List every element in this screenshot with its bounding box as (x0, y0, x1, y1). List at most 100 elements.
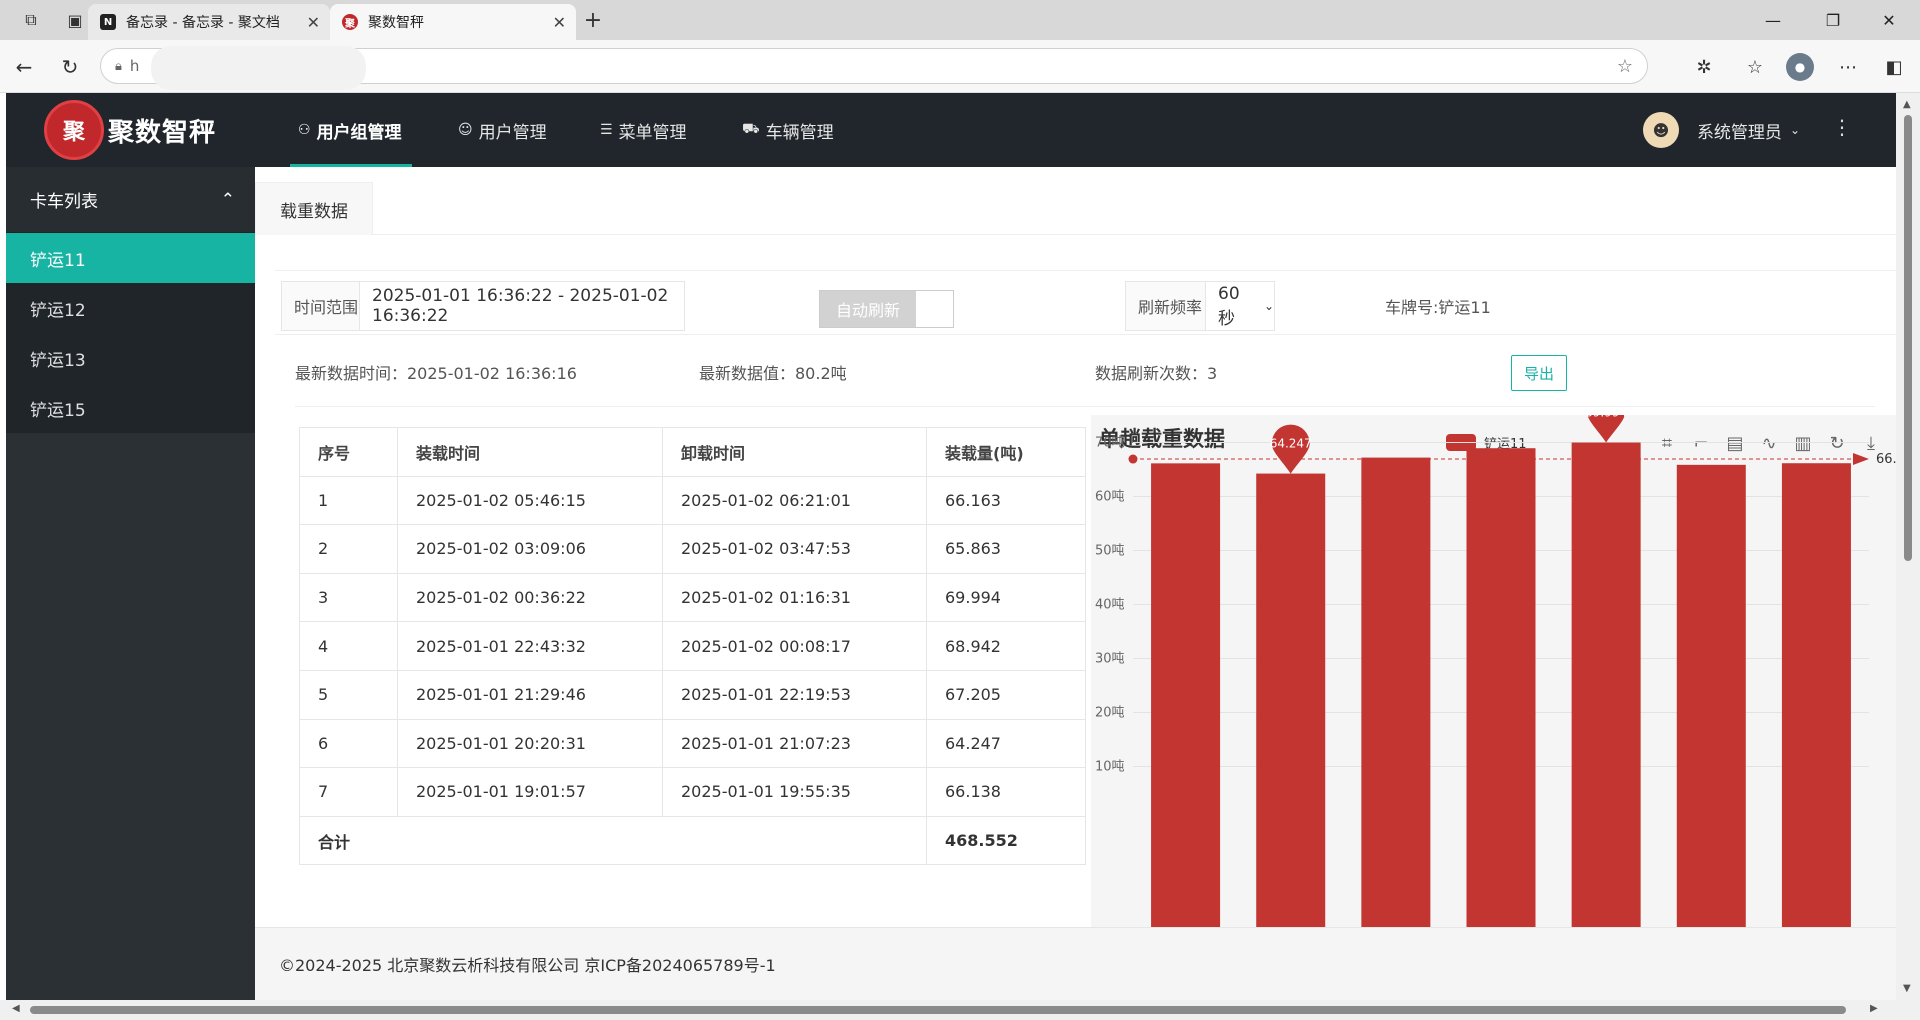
url-text: h (129, 57, 140, 75)
total-value: 468.552 (926, 815, 1086, 866)
menu-icon: ☰ (600, 122, 613, 138)
nav-user-group[interactable]: ⚇ 用户组管理 (290, 93, 412, 167)
column-header: 装载时间 (397, 427, 663, 477)
y-tick-label: 40吨 (1095, 598, 1125, 613)
more-options-icon[interactable]: ⋯ (1834, 53, 1862, 81)
table-header-row: 序号 装载时间 卸载时间 装载量(吨) (299, 427, 1086, 477)
auto-refresh-toggle[interactable]: 自动刷新 (819, 290, 954, 328)
close-window-icon[interactable]: ✕ (1866, 6, 1912, 34)
profile-avatar-icon[interactable]: ● (1786, 53, 1814, 81)
table-row: 4 2025-01-01 22:43:32 2025-01-02 00:08:17 6… (299, 621, 1086, 671)
main-content: 载重数据 时间范围 2025-01-01 16:36:22 - 2025-01-… (255, 167, 1896, 1000)
vehicle-icon: ⛟ (742, 121, 760, 137)
table-row: 1 2025-01-02 05:46:15 2025-01-02 06:21:01 6… (299, 475, 1086, 526)
nav-vehicle[interactable]: ⛟ 车辆管理 (742, 93, 834, 167)
table-cell: 2025-01-01 22:19:53 (662, 669, 927, 720)
browser-tab-memo[interactable]: N 备忘录 - 备忘录 - 聚文档 ✕ (88, 4, 330, 40)
scroll-thumb[interactable] (30, 1006, 1846, 1014)
table-cell: 2025-01-01 21:07:23 (662, 718, 927, 769)
time-range-input[interactable]: 2025-01-01 16:36:22 - 2025-01-02 16:36:2… (359, 281, 685, 331)
nav-menu[interactable]: ☰ 菜单管理 (600, 93, 687, 167)
y-tick-label: 20吨 (1095, 706, 1125, 721)
user-name: 系统管理员 (1696, 122, 1782, 143)
scroll-right-icon[interactable]: ▶ (1870, 1003, 1878, 1014)
sidebar-item-truck[interactable]: 铲运11 (6, 233, 255, 283)
table-cell: 1 (299, 475, 398, 526)
tab-actions-icon[interactable]: ▣ (62, 8, 88, 32)
table-cell: 2025-01-01 19:01:57 (397, 767, 663, 817)
user-menu[interactable]: ☻ 系统管理员 ⌄ (1642, 93, 1800, 167)
nav-user[interactable]: ☺ 用户管理 (458, 93, 547, 167)
sidebar-item-truck[interactable]: 铲运15 (6, 383, 255, 433)
sidebar-item-truck[interactable]: 铲运12 (6, 283, 255, 333)
table-cell: 2025-01-02 03:09:06 (397, 524, 663, 574)
y-tick-label: 70吨 (1095, 436, 1125, 451)
brand-name: 聚数智秤 (108, 117, 217, 148)
sidebar-item-truck[interactable]: 铲运13 (6, 333, 255, 383)
sidebar: 卡车列表 ⌃ 铲运11 铲运12 铲运13 铲运15 (6, 167, 255, 1000)
extensions-icon[interactable]: ✲ (1690, 53, 1718, 81)
load-chart: 单趟载重数据 铲运11 ⌗ ⌐ ▤ ∿ ▥ ↻ ⤓ 10吨 20吨 30吨 40吨 50… (1091, 415, 1896, 927)
tab-title: 备忘录 - 备忘录 - 聚文档 (126, 15, 280, 31)
table-cell: 68.942 (926, 621, 1086, 671)
tab-load-data[interactable]: 载重数据 (255, 182, 373, 235)
more-vertical-icon[interactable]: ⋮ (1832, 115, 1852, 139)
close-tab-icon[interactable]: ✕ (553, 13, 566, 32)
table-cell: 4 (299, 621, 398, 671)
sidebar-toggle-icon[interactable]: ◧ (1880, 53, 1908, 81)
table-row: 2 2025-01-02 03:09:06 2025-01-02 03:47:53 6… (299, 524, 1086, 574)
url-input[interactable]: 🔒︎ h ☆ (100, 46, 1648, 90)
favorite-star-icon[interactable]: ☆ (1617, 56, 1633, 77)
table-cell: 2025-01-02 01:16:31 (662, 572, 927, 623)
bar (1781, 463, 1851, 927)
y-tick-label: 10吨 (1095, 760, 1125, 775)
app-root: 聚 聚数智秤 ⚇ 用户组管理 ☺ 用户管理 ☰ 菜单管理 ⛟ 车辆管理 ☻ 系统… (6, 93, 1896, 1000)
table-cell: 2025-01-02 06:21:01 (662, 475, 927, 526)
footer: ©2024-2025 北京聚数云析科技有限公司 京ICP备2024065789号… (255, 927, 1896, 1000)
bar (1361, 457, 1431, 927)
table-cell: 2025-01-01 21:29:46 (397, 669, 663, 720)
scroll-up-icon[interactable]: ▲ (1903, 99, 1911, 110)
table-cell: 2025-01-02 05:46:15 (397, 475, 663, 526)
table-row: 3 2025-01-02 00:36:22 2025-01-02 01:16:31 6… (299, 572, 1086, 623)
maximize-icon[interactable]: ❐ (1810, 6, 1856, 34)
horizontal-scrollbar[interactable]: ◀ ▶ (0, 1000, 1920, 1020)
reload-icon[interactable]: ↻ (56, 53, 84, 81)
auto-refresh-label: 自动刷新 (820, 291, 916, 327)
seal-logo-icon: 聚 (44, 100, 104, 160)
refresh-freq-value: 60秒 (1218, 283, 1240, 329)
bar (1151, 463, 1221, 927)
scroll-thumb[interactable] (1904, 115, 1912, 561)
table-cell: 67.205 (926, 669, 1086, 720)
lock-icon: 🔒︎ (115, 58, 122, 74)
url-redaction (151, 46, 366, 90)
table-cell: 66.138 (926, 767, 1086, 817)
new-tab-button[interactable]: + (580, 8, 606, 33)
workspaces-icon[interactable]: ⧉ (18, 8, 44, 32)
memo-favicon-icon: N (100, 14, 116, 30)
chart-canvas: 10吨 20吨 30吨 40吨 50吨 60吨 70吨 66.94 64.247 69.994 (1095, 415, 1896, 927)
nav-label: 用户组管理 (316, 122, 402, 143)
refresh-freq-select[interactable]: 60秒 ⌄ (1205, 281, 1275, 331)
scroll-left-icon[interactable]: ◀ (12, 1003, 20, 1014)
vertical-scrollbar[interactable]: ▲ ▼ (1896, 93, 1920, 1000)
chevron-down-icon: ⌄ (1789, 123, 1800, 137)
stats-bar: 最新数据时间：2025-01-02 16:36:16 最新数据值：80.2吨 数… (295, 342, 1875, 407)
browser-address-bar: ← ↻ 🔒︎ h ☆ ✲ ☆ ● ⋯ ◧ (0, 40, 1920, 93)
table-cell: 2025-01-01 22:43:32 (397, 621, 663, 671)
sidebar-header[interactable]: 卡车列表 ⌃ (6, 167, 255, 233)
scroll-down-icon[interactable]: ▼ (1903, 983, 1911, 994)
app-favicon-icon: 聚 (342, 14, 358, 30)
browser-tab-app[interactable]: 聚 聚数智秤 ✕ (330, 4, 576, 40)
export-button[interactable]: 导出 (1511, 355, 1567, 391)
table-row: 5 2025-01-01 21:29:46 2025-01-01 22:19:53 6… (299, 669, 1086, 720)
minimize-icon[interactable]: — (1750, 6, 1796, 34)
table-cell: 2025-01-01 19:55:35 (662, 767, 927, 817)
top-navigation: 聚 聚数智秤 ⚇ 用户组管理 ☺ 用户管理 ☰ 菜单管理 ⛟ 车辆管理 ☻ 系统… (6, 93, 1896, 167)
logo[interactable]: 聚 聚数智秤 (6, 93, 255, 167)
favorites-icon[interactable]: ☆ (1741, 53, 1769, 81)
table-cell: 2025-01-02 03:47:53 (662, 524, 927, 574)
back-icon[interactable]: ← (10, 53, 38, 81)
time-range-label: 时间范围 (281, 281, 372, 331)
close-tab-icon[interactable]: ✕ (307, 13, 320, 32)
